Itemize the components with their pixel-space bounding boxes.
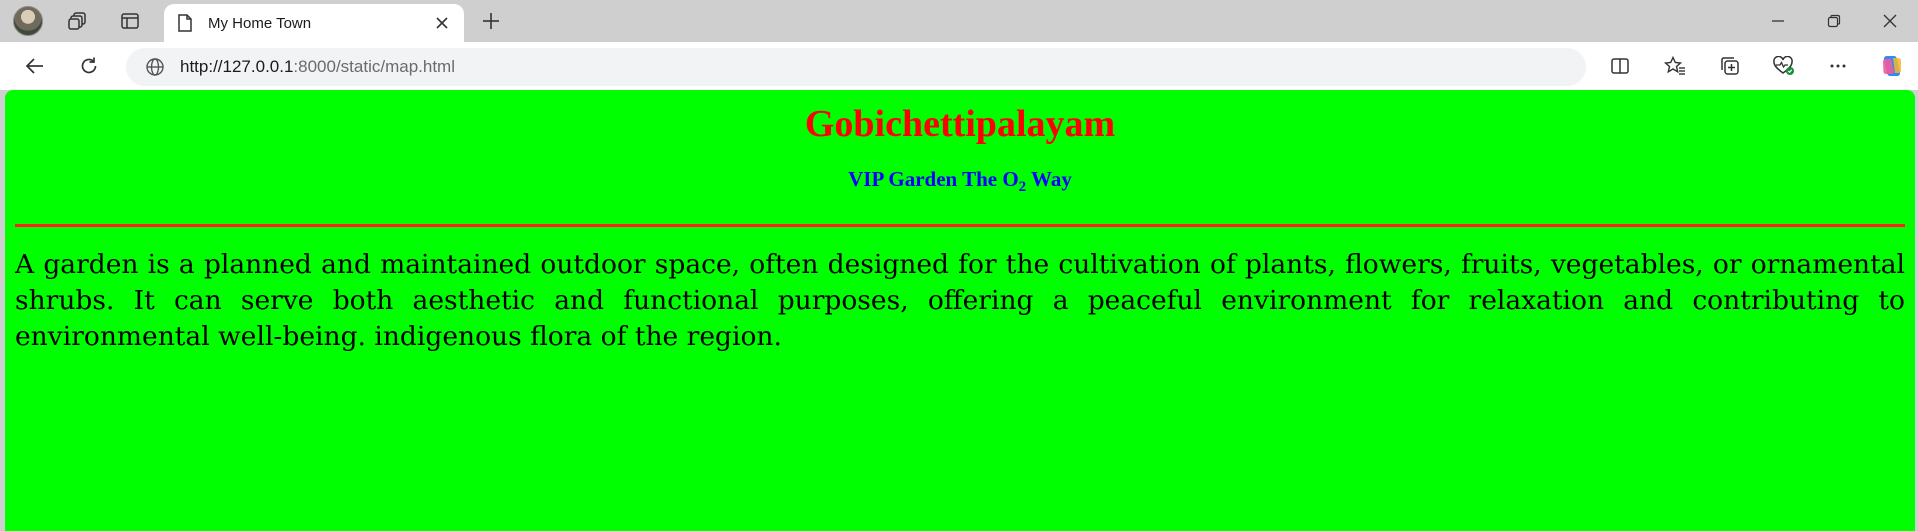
site-info-button[interactable]: [144, 56, 166, 78]
horizontal-rule: [15, 224, 1905, 228]
split-screen-icon: [1611, 58, 1629, 74]
collections-button[interactable]: [1711, 48, 1749, 84]
tab-strip: My Home Town: [0, 0, 1918, 42]
close-icon: [1883, 14, 1897, 28]
more-button[interactable]: [1819, 48, 1857, 84]
page-icon: [176, 14, 194, 32]
heart-pulse-icon: [1773, 56, 1794, 75]
refresh-icon: [81, 57, 97, 74]
address-bar[interactable]: http://127.0.0.1:8000/static/map.html: [126, 48, 1586, 86]
close-window-button[interactable]: [1862, 0, 1918, 42]
favorites-button[interactable]: [1656, 48, 1694, 84]
url-text[interactable]: http://127.0.0.1:8000/static/map.html: [180, 57, 455, 77]
close-tab-button[interactable]: [428, 9, 456, 37]
profile-button[interactable]: [8, 4, 48, 38]
collections-icon: [1721, 57, 1739, 75]
new-tab-button[interactable]: [472, 4, 510, 38]
favorites-icon: [1664, 56, 1685, 75]
workspaces-button[interactable]: [58, 4, 98, 38]
copilot-icon: [1883, 56, 1901, 76]
tab-my-home-town[interactable]: My Home Town: [164, 4, 464, 42]
more-icon: [1830, 64, 1846, 68]
close-icon: [436, 17, 448, 29]
minimize-button[interactable]: [1750, 0, 1806, 42]
page-subtitle: VIP Garden The O2 Way: [5, 166, 1915, 200]
page-viewport: Gobichettipalayam VIP Garden The O2 Way …: [5, 90, 1915, 531]
tab-actions-icon: [121, 13, 139, 29]
refresh-button[interactable]: [70, 48, 108, 84]
body-paragraph: A garden is a planned and maintained out…: [15, 249, 1905, 353]
copilot-button[interactable]: [1873, 48, 1911, 84]
avatar: [13, 6, 43, 36]
page-title: Gobichettipalayam: [804, 103, 1116, 145]
restore-button[interactable]: [1806, 0, 1862, 42]
plus-icon: [483, 13, 499, 29]
minimize-icon: [1772, 20, 1784, 22]
tab-title: My Home Town: [208, 14, 312, 32]
workspaces-icon: [68, 12, 86, 30]
back-arrow-icon: [25, 58, 43, 74]
globe-icon: [146, 58, 164, 76]
split-screen-button[interactable]: [1601, 48, 1639, 84]
url-path: :8000/static/map.html: [293, 57, 455, 76]
url-host: http://127.0.0.1: [180, 57, 294, 76]
browser-essentials-button[interactable]: [1765, 48, 1803, 84]
subtitle-text: VIP Garden The O: [848, 167, 1019, 191]
restore-icon: [1827, 14, 1841, 28]
subtitle-tail: Way: [1026, 167, 1072, 191]
browser-toolbar: http://127.0.0.1:8000/static/map.html: [0, 42, 1918, 90]
tab-actions-button[interactable]: [110, 4, 150, 38]
back-button[interactable]: [16, 48, 54, 84]
